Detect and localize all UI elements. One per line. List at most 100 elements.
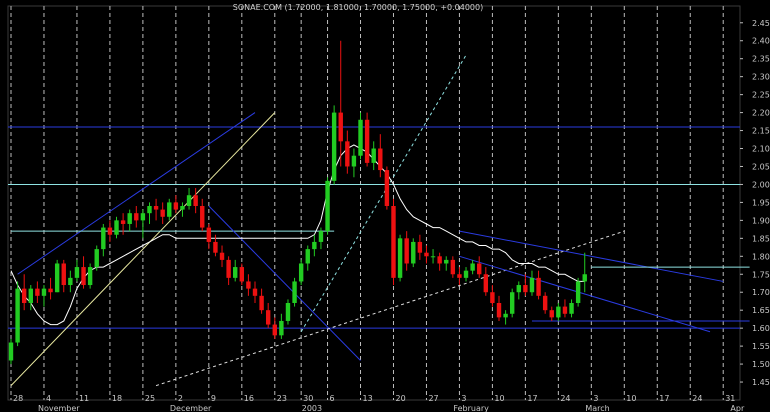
- candle: [127, 209, 132, 232]
- candle: [87, 263, 93, 289]
- candle-body: [114, 220, 119, 235]
- x-day-label: 23: [277, 394, 287, 403]
- candle: [167, 198, 172, 221]
- candle: [265, 303, 271, 329]
- y-tick-label: 1.55: [752, 342, 770, 351]
- trend-line: [155, 230, 625, 387]
- x-day-label: 28: [13, 394, 23, 403]
- candle-body: [562, 306, 568, 314]
- candle: [259, 288, 264, 314]
- candle: [147, 202, 152, 224]
- candle: [325, 177, 330, 235]
- candle: [411, 238, 416, 268]
- candle-body: [94, 249, 99, 268]
- candle-body: [167, 202, 172, 217]
- candle: [331, 105, 337, 185]
- candle-body: [516, 285, 521, 293]
- y-tick-label: 2.40: [752, 37, 770, 46]
- y-tick-label: 2.30: [752, 73, 770, 82]
- candle-body: [15, 288, 20, 343]
- y-tick-label: 2.20: [752, 109, 770, 118]
- candle: [345, 130, 350, 174]
- candle: [292, 277, 297, 307]
- candle-body: [325, 180, 330, 232]
- candle: [444, 256, 449, 271]
- x-day-label: 10: [494, 394, 504, 403]
- candle: [233, 259, 238, 282]
- candle: [272, 317, 277, 339]
- candle: [503, 310, 508, 325]
- candle: [94, 245, 99, 271]
- candle: [239, 263, 245, 286]
- candle-body: [180, 206, 185, 210]
- candle-body: [391, 206, 396, 278]
- candle-body: [404, 238, 409, 264]
- candle: [226, 256, 231, 286]
- candle: [477, 256, 482, 278]
- candle-body: [338, 112, 343, 142]
- y-tick-label: 2.35: [752, 55, 770, 64]
- candle-body: [285, 303, 291, 321]
- candle-body: [444, 259, 449, 264]
- candle: [378, 134, 383, 178]
- candle-body: [450, 259, 456, 275]
- x-month-label: December: [170, 404, 212, 412]
- candle-body: [68, 277, 73, 286]
- candle-body: [28, 288, 33, 303]
- candle: [364, 112, 370, 167]
- trend-line: [17, 112, 256, 275]
- y-tick-label: 1.75: [752, 270, 770, 279]
- candle: [68, 270, 73, 293]
- candle: [338, 40, 343, 167]
- candle: [569, 299, 574, 318]
- candle: [312, 234, 317, 257]
- candle-body: [542, 295, 548, 311]
- candle-body: [193, 195, 198, 206]
- candle-body: [279, 320, 284, 336]
- candle-body: [424, 252, 429, 257]
- candle-body: [107, 227, 113, 235]
- candle-body: [529, 277, 535, 293]
- candle-body: [549, 310, 554, 318]
- candle: [549, 306, 554, 321]
- candle: [298, 259, 304, 286]
- candle-body: [272, 324, 277, 336]
- candle-body: [411, 241, 416, 264]
- candle: [470, 259, 475, 275]
- candle-body: [305, 249, 310, 264]
- candle: [8, 338, 14, 365]
- x-day-label: 17: [659, 394, 669, 403]
- x-day-label: 16: [244, 394, 254, 403]
- candle: [483, 267, 489, 296]
- y-tick-label: 1.95: [752, 198, 770, 207]
- candle-body: [556, 306, 561, 318]
- candle: [509, 288, 515, 318]
- candle: [219, 245, 225, 268]
- candle-body: [345, 141, 350, 167]
- candle-body: [160, 209, 165, 217]
- chart-title: SONAE.COM (1.72000, 1.81000, 1.70000, 1.…: [233, 3, 483, 12]
- candle: [101, 223, 106, 257]
- candle-body: [173, 202, 179, 210]
- candle-body: [134, 213, 139, 221]
- y-tick-label: 2.15: [752, 127, 770, 136]
- candle-body: [147, 206, 152, 214]
- candle-body: [226, 259, 231, 278]
- candle: [134, 206, 139, 228]
- trend-line: [208, 205, 361, 361]
- y-tick-label: 2.00: [752, 180, 770, 189]
- candle: [107, 220, 113, 242]
- x-day-label: 27: [428, 394, 438, 403]
- candle-body: [331, 112, 337, 181]
- x-day-label: 25: [145, 394, 155, 403]
- candle-body: [87, 267, 93, 286]
- candle: [193, 188, 198, 214]
- candle-body: [582, 274, 587, 282]
- candle-body: [8, 342, 14, 361]
- candle: [371, 141, 376, 171]
- candle-body: [140, 213, 146, 221]
- candle-body: [496, 303, 502, 318]
- candle-body: [246, 281, 251, 289]
- candle: [285, 299, 291, 325]
- x-axis: 28 4 11 18 25 2 9 16 23 30 6 13 20 27 3 10 17 24 3 10 17 24 31…: [13, 394, 745, 412]
